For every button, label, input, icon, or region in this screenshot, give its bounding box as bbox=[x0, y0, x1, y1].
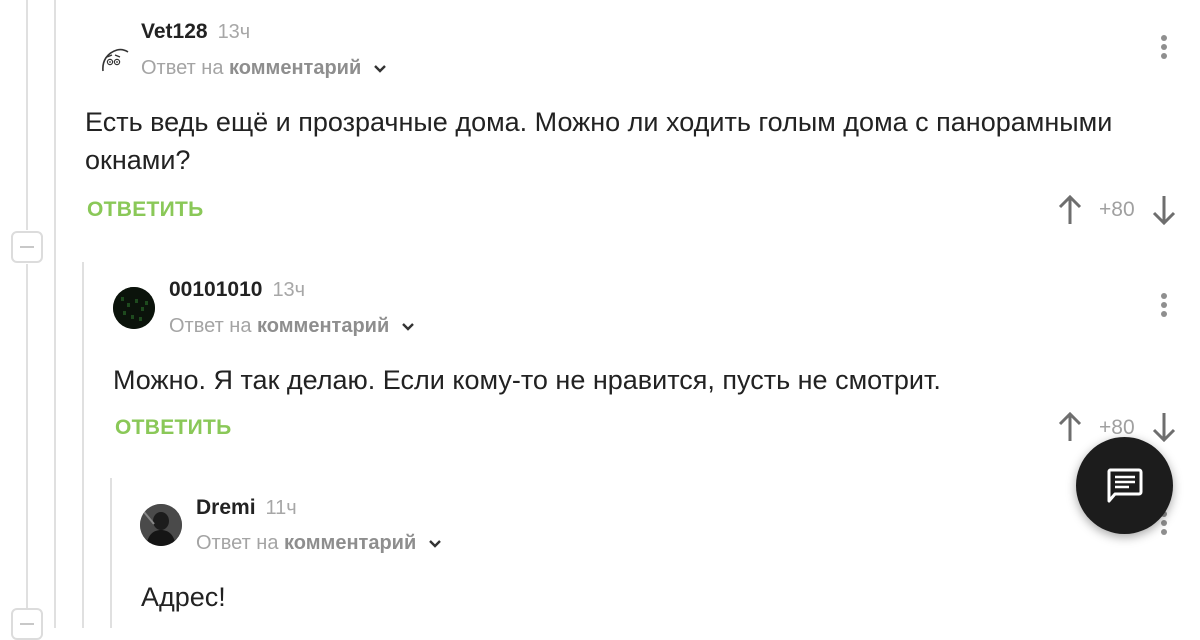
arrow-down-icon[interactable] bbox=[1152, 412, 1176, 442]
reply-button[interactable]: ОТВЕТИТЬ bbox=[115, 416, 232, 440]
comment-author[interactable]: 00101010 bbox=[169, 278, 262, 301]
avatar[interactable] bbox=[113, 287, 155, 329]
comment-time: 13ч bbox=[217, 21, 251, 43]
reply-prefix: Ответ на bbox=[196, 532, 279, 554]
thread-line bbox=[26, 264, 28, 612]
chevron-down-icon bbox=[373, 64, 386, 73]
comment-icon bbox=[1107, 468, 1143, 503]
reply-target: комментарий bbox=[284, 532, 417, 554]
reply-to-link[interactable]: Ответ на комментарий bbox=[141, 57, 387, 80]
chevron-down-icon bbox=[401, 322, 414, 331]
comment-text: Есть ведь ещё и прозрачные дома. Можно л… bbox=[85, 107, 1113, 175]
arrow-up-icon[interactable] bbox=[1058, 195, 1082, 225]
collapse-thread-button[interactable] bbox=[11, 608, 43, 640]
comment-menu-icon[interactable] bbox=[1160, 293, 1168, 320]
thread-line bbox=[26, 0, 28, 230]
thread-line bbox=[110, 478, 112, 628]
comment-text: Адрес! bbox=[141, 582, 226, 612]
comment-author[interactable]: Dremi bbox=[196, 496, 256, 519]
comment-fab-button[interactable] bbox=[1076, 437, 1173, 534]
arrow-up-icon[interactable] bbox=[1058, 412, 1082, 442]
reply-button[interactable]: ОТВЕТИТЬ bbox=[87, 198, 204, 222]
avatar[interactable] bbox=[99, 44, 131, 76]
thread-line bbox=[54, 0, 56, 628]
reply-target: комментарий bbox=[229, 57, 362, 79]
arrow-down-icon[interactable] bbox=[1152, 195, 1176, 225]
comment-rating: +80 bbox=[1099, 198, 1135, 221]
collapse-thread-button[interactable] bbox=[11, 231, 43, 263]
comment-menu-icon[interactable] bbox=[1160, 35, 1168, 62]
comment-author[interactable]: Vet128 bbox=[141, 20, 208, 43]
comment-time: 11ч bbox=[265, 497, 297, 519]
reply-to-link[interactable]: Ответ на комментарий bbox=[169, 315, 415, 338]
reply-to-link[interactable]: Ответ на комментарий bbox=[196, 532, 442, 555]
chevron-down-icon bbox=[428, 539, 441, 548]
reply-prefix: Ответ на bbox=[141, 57, 224, 79]
comment-time: 13ч bbox=[272, 279, 306, 301]
comment-text: Можно. Я так делаю. Если кому-то не нрав… bbox=[113, 365, 941, 395]
reply-prefix: Ответ на bbox=[169, 315, 252, 337]
thread-line bbox=[82, 262, 84, 628]
reply-target: комментарий bbox=[257, 315, 390, 337]
avatar[interactable] bbox=[140, 504, 182, 546]
